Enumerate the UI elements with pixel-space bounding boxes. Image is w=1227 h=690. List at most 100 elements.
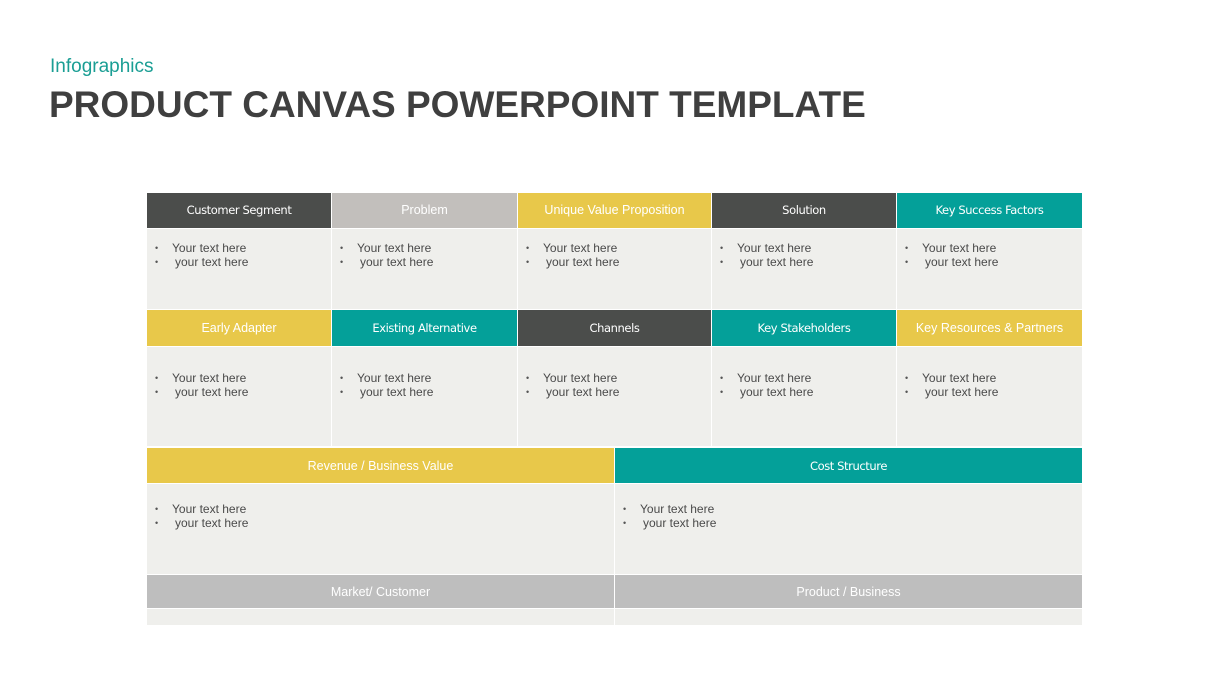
- cell-revenue-business-value: Revenue / Business Value • Your text here…: [147, 448, 614, 574]
- bullet-list: • Your text here • your text here: [526, 371, 701, 399]
- cell-body: • Your text here • your text here: [712, 228, 896, 309]
- bullet-icon: •: [155, 518, 159, 528]
- bullet-icon: •: [155, 387, 159, 397]
- bullet-item: • Your text here: [155, 240, 247, 255]
- cell-header: Cost Structure: [615, 448, 1082, 483]
- bullet-icon: •: [526, 256, 530, 267]
- bullet-item: • Your text here: [155, 371, 247, 385]
- bullet-icon: •: [155, 373, 159, 383]
- cell-body: [615, 609, 1082, 625]
- cell-channels: Channels • Your text here • your text here: [518, 310, 711, 446]
- cell-unique-value-proposition: Unique Value Proposition • Your text here…: [518, 193, 711, 309]
- bullet-item: • your text here: [623, 516, 717, 530]
- bullet-icon: •: [623, 504, 627, 514]
- bullet-icon: •: [720, 242, 724, 253]
- bullet-list: • Your text here • your text here: [623, 502, 1072, 530]
- bullet-icon: •: [340, 373, 344, 383]
- bullet-item: • your text here: [720, 385, 814, 399]
- bullet-item: • your text here: [720, 254, 814, 269]
- bullet-item: • your text here: [905, 254, 999, 269]
- cell-body: • Your text here • your text here: [615, 484, 1082, 574]
- bullet-list: • Your text here • your text here: [340, 371, 507, 399]
- bullet-icon: •: [340, 387, 344, 397]
- bullet-icon: •: [905, 242, 909, 253]
- bullet-icon: •: [155, 504, 159, 514]
- bullet-icon: •: [526, 387, 530, 397]
- bullet-icon: •: [340, 242, 344, 253]
- cell-body: • Your text here • your text here: [518, 347, 711, 446]
- bullet-list: • Your text here • your text here: [905, 371, 1072, 399]
- cell-body: [147, 609, 614, 625]
- bullet-icon: •: [155, 256, 159, 267]
- bullet-item: • Your text here: [623, 502, 715, 516]
- bullet-item: • your text here: [905, 385, 999, 399]
- bullet-icon: •: [340, 256, 344, 267]
- cell-early-adapter: Early Adapter • Your text here • your text…: [147, 310, 331, 446]
- bullet-item: • Your text here: [720, 240, 812, 255]
- cell-body: • Your text here • your text here: [147, 484, 614, 574]
- bullet-icon: •: [720, 256, 724, 267]
- cell-key-stakeholders: Key Stakeholders • Your text here • your t…: [712, 310, 896, 446]
- cell-header: Channels: [518, 310, 711, 346]
- bullet-item: • Your text here: [526, 371, 618, 385]
- bullet-item: • your text here: [340, 254, 434, 269]
- bullet-list: • Your text here • your text here: [720, 241, 886, 269]
- bullet-list: • Your text here • your text here: [340, 241, 507, 269]
- cell-key-success-factors: Key Success Factors • Your text here • you…: [897, 193, 1082, 309]
- cell-body: • Your text here • your text here: [332, 228, 517, 309]
- bullet-icon: •: [526, 373, 530, 383]
- bullet-list: • Your text here • your text here: [155, 241, 321, 269]
- bullet-item: • Your text here: [340, 240, 432, 255]
- cell-header: Early Adapter: [147, 310, 331, 346]
- bullet-item: • Your text here: [155, 502, 247, 516]
- bullet-icon: •: [720, 387, 724, 397]
- cell-body: • Your text here • your text here: [518, 228, 711, 309]
- cell-product-business: Product / Business: [615, 575, 1082, 625]
- cell-header: Market/ Customer: [147, 575, 614, 608]
- bullet-list: • Your text here • your text here: [720, 371, 886, 399]
- bullet-list: • Your text here • your text here: [526, 241, 701, 269]
- slide-subtitle: Infographics: [50, 56, 154, 77]
- cell-header: Revenue / Business Value: [147, 448, 614, 483]
- bullet-item: • Your text here: [340, 371, 432, 385]
- bullet-item: • your text here: [155, 254, 249, 269]
- cell-market-customer: Market/ Customer: [147, 575, 614, 625]
- bullet-icon: •: [905, 256, 909, 267]
- canvas-row-1: Customer Segment • Your text here • your t…: [147, 193, 1082, 309]
- bullet-icon: •: [905, 387, 909, 397]
- cell-body: • Your text here • your text here: [147, 228, 331, 309]
- bullet-list: • Your text here • your text here: [155, 502, 604, 530]
- cell-header: Solution: [712, 193, 896, 228]
- cell-body: • Your text here • your text here: [897, 228, 1082, 309]
- cell-cost-structure: Cost Structure • Your text here • your tex…: [615, 448, 1082, 574]
- bullet-item: • your text here: [340, 385, 434, 399]
- bullet-item: • your text here: [155, 516, 249, 530]
- bullet-list: • Your text here • your text here: [905, 241, 1072, 269]
- product-canvas-grid: Customer Segment • Your text here • your t…: [147, 193, 1082, 625]
- canvas-row-2: Early Adapter • Your text here • your text…: [147, 310, 1082, 446]
- canvas-row-4: Market/ Customer Product / Business: [147, 575, 1082, 625]
- cell-header: Key Stakeholders: [712, 310, 896, 346]
- bullet-icon: •: [905, 373, 909, 383]
- bullet-item: • Your text here: [905, 371, 997, 385]
- cell-header: Problem: [332, 193, 517, 228]
- slide-title: PRODUCT CANVAS POWERPOINT TEMPLATE: [49, 84, 866, 125]
- cell-header: Existing Alternative: [332, 310, 517, 346]
- bullet-item: • your text here: [526, 385, 620, 399]
- bullet-list: • Your text here • your text here: [155, 371, 321, 399]
- cell-problem: Problem • Your text here • your text here: [332, 193, 517, 309]
- bullet-icon: •: [526, 242, 530, 253]
- bullet-icon: •: [155, 242, 159, 253]
- canvas-row-3: Revenue / Business Value • Your text here…: [147, 448, 1082, 574]
- cell-header: Key Resources & Partners: [897, 310, 1082, 346]
- cell-body: • Your text here • your text here: [332, 347, 517, 446]
- cell-header: Unique Value Proposition: [518, 193, 711, 228]
- cell-header: Product / Business: [615, 575, 1082, 608]
- cell-body: • Your text here • your text here: [897, 347, 1082, 446]
- cell-header: Key Success Factors: [897, 193, 1082, 228]
- bullet-item: • your text here: [155, 385, 249, 399]
- bullet-item: • your text here: [526, 254, 620, 269]
- bullet-item: • Your text here: [905, 240, 997, 255]
- cell-customer-segment: Customer Segment • Your text here • your t…: [147, 193, 331, 309]
- cell-body: • Your text here • your text here: [712, 347, 896, 446]
